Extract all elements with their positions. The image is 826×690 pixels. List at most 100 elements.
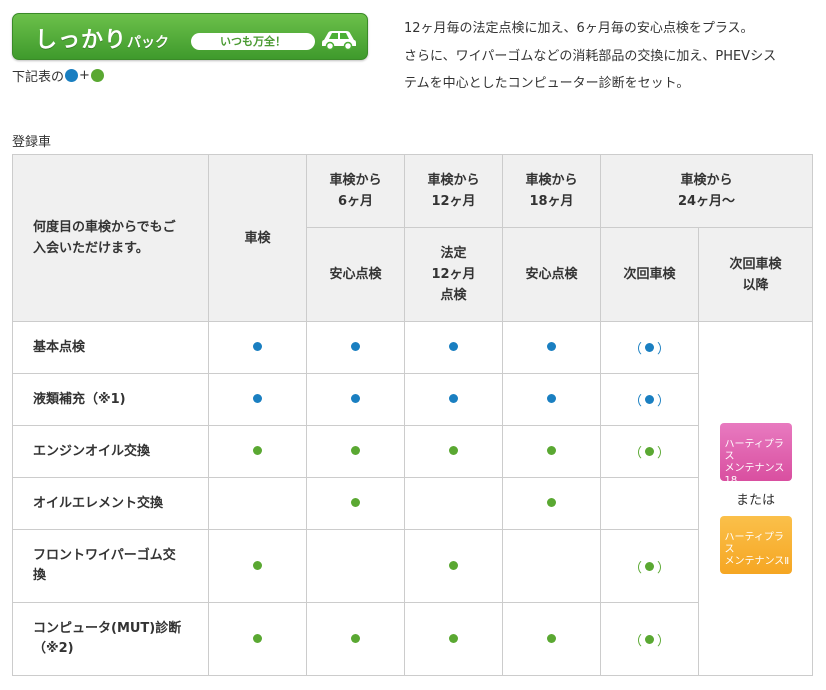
row-label: オイルエレメント交換 bbox=[12, 477, 209, 530]
table-cell bbox=[306, 373, 405, 426]
subheader-houtei-12: 法定 12ヶ月 点検 bbox=[404, 227, 503, 322]
green-dot-icon bbox=[351, 498, 360, 507]
green-dot-icon bbox=[253, 446, 262, 455]
paren-open: （ bbox=[628, 394, 642, 409]
shikkari-pack-banner: しっかりパック いつも万全！ bbox=[12, 13, 368, 60]
table-cell bbox=[208, 373, 307, 426]
paren-open: （ bbox=[628, 342, 642, 357]
row-label: エンジンオイル交換 bbox=[12, 425, 209, 478]
table-row: エンジンオイル交換（） bbox=[12, 425, 813, 478]
table-row: 基本点検（）ハーティプラス メンテナンス18 または ハーティプラス メンテナンスⅡ bbox=[12, 321, 813, 676]
table-row: フロントワイパーゴム交換 （） bbox=[12, 529, 813, 603]
paren-close: ） bbox=[657, 446, 671, 461]
table-cell: （） bbox=[600, 529, 699, 603]
description-line: 12ヶ月毎の法定点検に加え、6ヶ月毎の安心点検をプラス。 bbox=[404, 21, 754, 36]
green-dot-icon bbox=[449, 633, 458, 643]
table-row: オイルエレメント交換 bbox=[12, 477, 813, 530]
table-cell: （） bbox=[600, 425, 699, 478]
header-6-months: 車検から 6ヶ月 bbox=[306, 154, 405, 228]
maintenance-table: 何度目の車検からでもご 入会いただけます。 車検 車検から 6ヶ月 車検から 12ヶ月… bbox=[12, 154, 813, 676]
row-label: 液類補充（※1) bbox=[12, 373, 209, 426]
table-cell bbox=[208, 425, 307, 478]
row-label: フロントワイパーゴム交換 bbox=[12, 529, 209, 603]
table-cell bbox=[306, 477, 405, 530]
green-dot-icon bbox=[449, 560, 458, 570]
legend-plus: + bbox=[79, 68, 90, 83]
green-dot-icon bbox=[351, 633, 360, 643]
banner-title: しっかりパック bbox=[35, 28, 170, 53]
table-cell bbox=[404, 321, 503, 374]
row-label: コンピュータ(MUT)診断 （※2) bbox=[12, 602, 209, 676]
table-cell bbox=[404, 425, 503, 478]
blue-dot-icon bbox=[645, 343, 654, 352]
table-cell bbox=[404, 529, 503, 603]
paren-close: ） bbox=[657, 633, 671, 649]
green-dot-icon bbox=[645, 634, 654, 644]
blue-dot-icon bbox=[253, 342, 262, 351]
row-label: 基本点検 bbox=[12, 321, 209, 374]
header-12-months: 車検から 12ヶ月 bbox=[404, 154, 503, 228]
header-18-months: 車検から 18ヶ月 bbox=[502, 154, 601, 228]
green-dot-icon bbox=[449, 446, 458, 455]
car-icon bbox=[322, 31, 356, 50]
paren-close: ） bbox=[657, 342, 671, 357]
after-next-shaken-cell: ハーティプラス メンテナンス18 またはハーティプラス メンテナンスⅡ bbox=[698, 321, 813, 676]
green-dot-icon bbox=[645, 447, 654, 456]
table-caption: 登録車 bbox=[12, 135, 52, 150]
description-line: テムを中心としたコンピューター診断をセット。 bbox=[404, 76, 690, 91]
green-dot-icon bbox=[547, 498, 556, 507]
paren-open: （ bbox=[628, 560, 642, 576]
blue-dot-icon bbox=[449, 342, 458, 351]
table-cell bbox=[306, 321, 405, 374]
subheader-anshin-6: 安心点検 bbox=[306, 227, 405, 322]
blue-dot-icon bbox=[351, 342, 360, 351]
table-cell bbox=[502, 529, 601, 603]
table-cell bbox=[306, 602, 405, 676]
green-dot-icon bbox=[90, 69, 104, 82]
blue-dot-icon bbox=[547, 342, 556, 351]
subheader-after-next: 次回車検 以降 bbox=[698, 227, 813, 322]
table-cell bbox=[600, 477, 699, 530]
paren-open: （ bbox=[628, 446, 642, 461]
banner-tagline: いつも万全！ bbox=[191, 33, 315, 50]
table-cell bbox=[404, 477, 503, 530]
description: 12ヶ月毎の法定点検に加え、6ヶ月毎の安心点検をプラス。 さらに、ワイパーゴムな… bbox=[404, 15, 814, 98]
table-cell bbox=[306, 529, 405, 603]
hearty-plus-ii-badge[interactable]: ハーティプラス メンテナンスⅡ bbox=[719, 516, 792, 574]
table-body: 基本点検（）ハーティプラス メンテナンス18 または ハーティプラス メンテナンスⅡ 液類… bbox=[12, 321, 813, 676]
table-cell: （） bbox=[600, 373, 699, 426]
green-dot-icon bbox=[547, 446, 556, 455]
table-cell bbox=[306, 425, 405, 478]
blue-dot-icon bbox=[253, 394, 262, 403]
green-dot-icon bbox=[253, 633, 262, 643]
paren-open: （ bbox=[628, 633, 642, 649]
table-row: コンピュータ(MUT)診断 （※2) （） bbox=[12, 602, 813, 676]
table-cell bbox=[404, 373, 503, 426]
header-24-months: 車検から 24ヶ月～ bbox=[600, 154, 813, 228]
or-label: または bbox=[735, 493, 775, 508]
table-cell bbox=[208, 321, 307, 374]
legend: 下記表の + bbox=[12, 66, 105, 85]
table-cell bbox=[208, 602, 307, 676]
header-corner: 何度目の車検からでもご 入会いただけます。 bbox=[12, 154, 209, 322]
table-cell: （） bbox=[600, 602, 699, 676]
table-cell bbox=[502, 373, 601, 426]
green-dot-icon bbox=[253, 560, 262, 570]
subheader-next-shaken: 次回車検 bbox=[600, 227, 699, 322]
table-cell bbox=[502, 321, 601, 374]
description-line: さらに、ワイパーゴムなどの消耗部品の交換に加え、PHEVシス bbox=[404, 48, 777, 64]
blue-dot-icon bbox=[449, 394, 458, 403]
table-cell bbox=[404, 602, 503, 676]
green-dot-icon bbox=[645, 561, 654, 571]
hearty-plus-18-badge[interactable]: ハーティプラス メンテナンス18 bbox=[719, 423, 792, 486]
table-cell bbox=[502, 477, 601, 530]
blue-dot-icon bbox=[645, 395, 654, 404]
legend-prefix: 下記表の bbox=[12, 70, 65, 85]
table-cell bbox=[502, 602, 601, 676]
blue-dot-icon bbox=[351, 394, 360, 403]
green-dot-icon bbox=[547, 633, 556, 643]
header-shaken: 車検 bbox=[208, 154, 307, 322]
paren-close: ） bbox=[657, 394, 671, 409]
subheader-anshin-18: 安心点検 bbox=[502, 227, 601, 322]
green-dot-icon bbox=[351, 446, 360, 455]
